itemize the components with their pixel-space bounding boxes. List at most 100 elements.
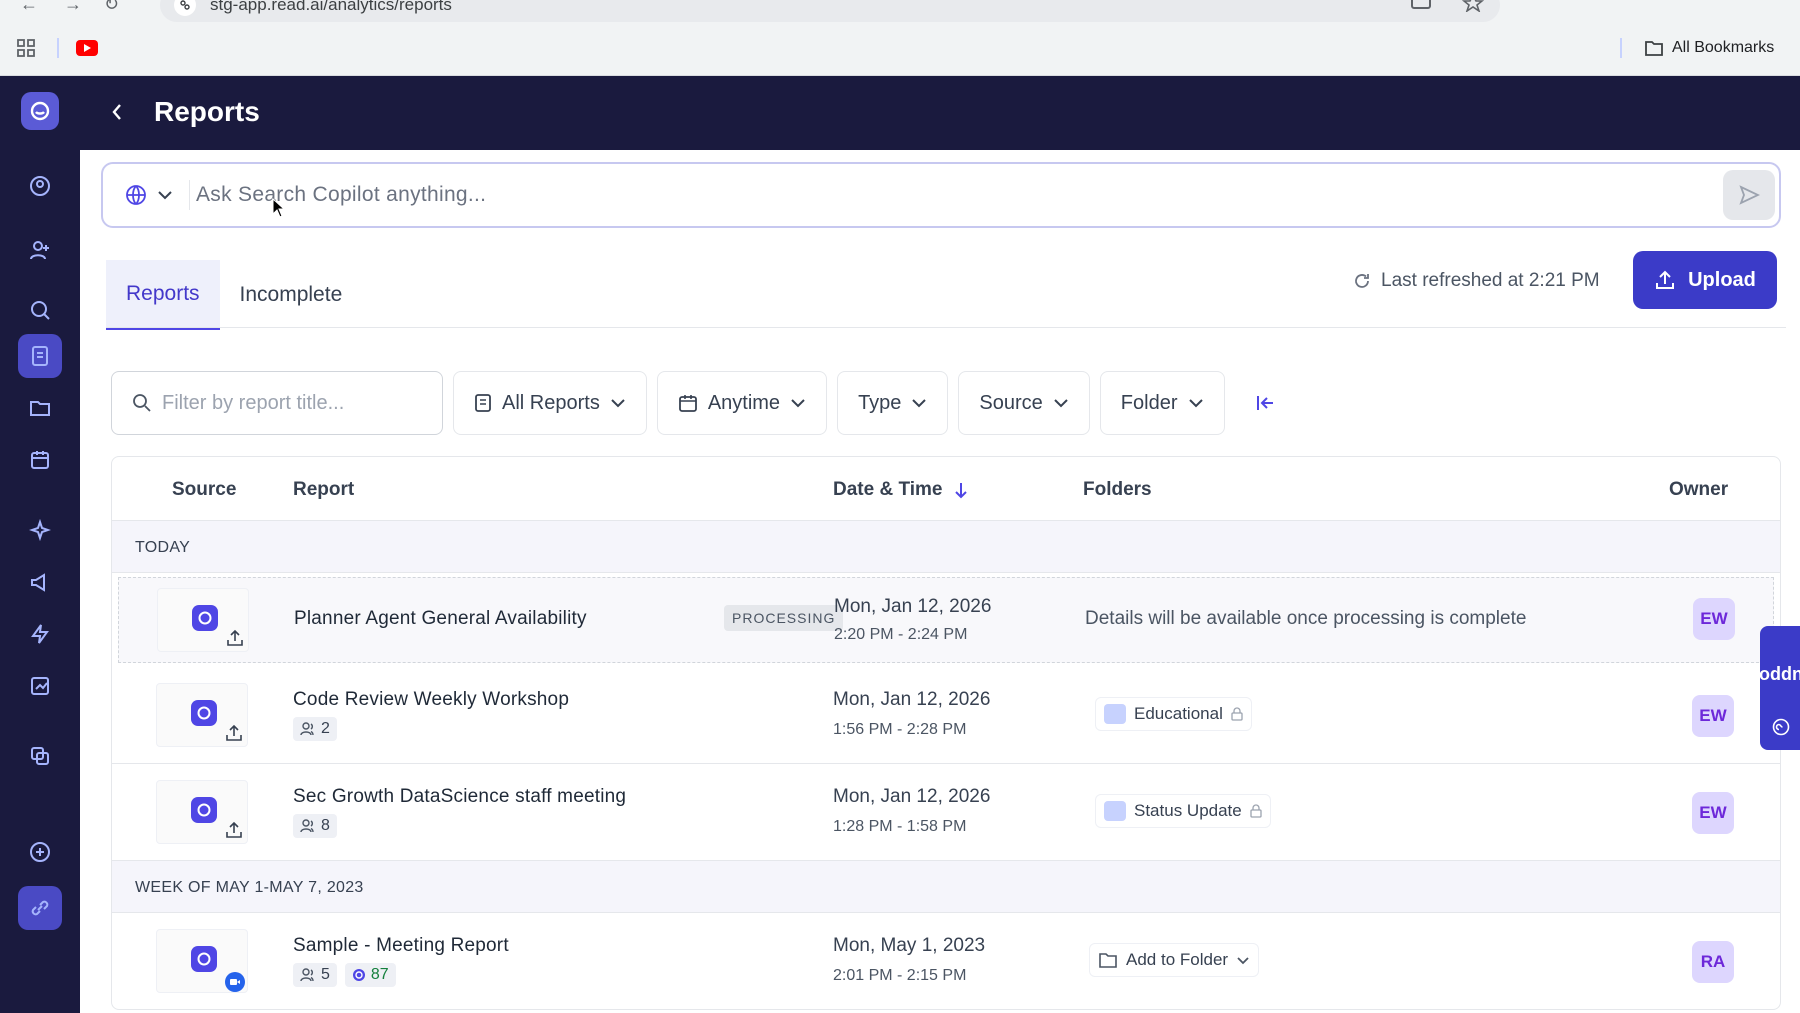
youtube-icon[interactable] (76, 40, 98, 56)
link-icon[interactable] (18, 886, 62, 930)
report-title[interactable]: Sample - Meeting Report (293, 935, 509, 957)
last-refreshed[interactable]: Last refreshed at 2:21 PM (1353, 270, 1600, 292)
owner-avatar: RA (1692, 941, 1734, 983)
search-icon (133, 394, 151, 412)
group-label: WEEK OF MAY 1-MAY 7, 2023 (135, 879, 364, 896)
main-content: Reports Incomplete Last refreshed at 2:2… (80, 150, 1800, 1013)
folder-tag[interactable]: Educational (1095, 697, 1252, 731)
add-to-folder-dropdown[interactable]: Add to Folder (1089, 943, 1260, 977)
anytime-dropdown[interactable]: Anytime (656, 371, 828, 435)
folder-nav-icon[interactable] (18, 386, 62, 430)
table-row[interactable]: Planner Agent General Availability PROCE… (118, 577, 1774, 663)
source-dropdown[interactable]: Source (958, 371, 1090, 435)
back-nav-icon[interactable]: ← (20, 0, 38, 15)
col-date-time[interactable]: Date & Time (833, 479, 942, 501)
col-report[interactable]: Report (293, 479, 354, 501)
reports-nav-icon[interactable] (18, 334, 62, 378)
read-ai-logo-icon (192, 605, 218, 631)
report-title[interactable]: Planner Agent General Availability (294, 608, 587, 630)
reload-icon[interactable]: ↻ (104, 0, 119, 15)
copy-icon[interactable] (18, 734, 62, 778)
divider (189, 180, 190, 210)
table-header: Source Report Date & Time Folders Owner (112, 457, 1780, 521)
participants-chip: 8 (293, 814, 337, 838)
all-bookmarks-label: All Bookmarks (1672, 39, 1775, 56)
source-label: Source (979, 391, 1043, 414)
chart-nav-icon[interactable] (18, 664, 62, 708)
upload-source-icon (225, 821, 243, 839)
address-bar[interactable]: stg-app.read.ai/analytics/reports (160, 0, 1500, 22)
calendar-icon[interactable] (18, 438, 62, 482)
sparkle-icon[interactable] (18, 508, 62, 552)
report-tabs: Reports Incomplete (106, 260, 362, 330)
read-score-icon (352, 969, 365, 981)
cast-icon[interactable] (1410, 0, 1432, 12)
participants-count: 2 (321, 720, 330, 737)
table-row[interactable]: Code Review Weekly Workshop 2 Mon, Jan 1… (112, 667, 1780, 764)
table-row[interactable]: Sec Growth DataScience staff meeting 8 M… (112, 764, 1780, 861)
type-label: Type (858, 391, 902, 414)
upload-label: Upload (1688, 268, 1756, 291)
table-row[interactable]: Sample - Meeting Report 5 87 Mon, May 1,… (112, 913, 1780, 1009)
site-info-icon[interactable] (174, 0, 196, 16)
source-cell (157, 588, 249, 652)
all-reports-dropdown[interactable]: All Reports (453, 371, 647, 435)
score-value: 87 (370, 966, 389, 983)
tab-incomplete[interactable]: Incomplete (220, 260, 363, 330)
profile-icon[interactable] (18, 164, 62, 208)
app-logo-icon[interactable] (21, 92, 59, 130)
calendar-icon (678, 395, 697, 412)
send-button[interactable] (1723, 170, 1775, 220)
filter-search-placeholder: Filter by report title... (162, 391, 345, 414)
col-source[interactable]: Source (172, 479, 236, 501)
apps-grid-icon[interactable] (16, 38, 36, 58)
report-date: Mon, Jan 12, 2026 (833, 689, 991, 710)
lock-icon (1250, 804, 1262, 818)
bookmark-star-icon[interactable] (1462, 0, 1484, 12)
report-date: Mon, Jan 12, 2026 (834, 596, 992, 617)
col-owner[interactable]: Owner (1669, 479, 1728, 501)
tabs-divider (106, 327, 1786, 328)
forward-nav-icon[interactable]: → (64, 0, 82, 15)
anytime-label: Anytime (707, 391, 781, 414)
support-button[interactable]: Support (1746, 626, 1800, 750)
copilot-input[interactable] (196, 183, 1556, 207)
search-scope-dropdown[interactable] (125, 184, 173, 206)
type-dropdown[interactable]: Type (837, 371, 949, 435)
report-title[interactable]: Sec Growth DataScience staff meeting (293, 786, 626, 808)
people-icon (300, 722, 314, 736)
add-user-icon[interactable] (18, 228, 62, 272)
upload-button[interactable]: Upload (1633, 251, 1777, 309)
bookmarks-bar: All Bookmarks (0, 30, 1800, 66)
support-label: Support (1745, 665, 1800, 686)
app-sidebar (0, 76, 80, 1013)
megaphone-icon[interactable] (18, 560, 62, 604)
folder-icon (1104, 801, 1126, 821)
search-icon[interactable] (18, 288, 62, 332)
upload-icon (1656, 270, 1675, 289)
group-header-today: TODAY (112, 521, 1780, 573)
page-header: Reports (80, 76, 1800, 150)
folder-icon (1104, 704, 1126, 724)
folder-tag[interactable]: Status Update (1095, 794, 1271, 828)
read-ai-logo-icon (191, 700, 217, 726)
sort-desc-icon[interactable] (954, 481, 968, 499)
people-icon (300, 819, 314, 833)
add-to-folder-label: Add to Folder (1126, 950, 1229, 969)
browser-chrome: ← → ↻ stg-app.read.ai/analytics/reports … (0, 0, 1800, 76)
lightning-icon[interactable] (18, 612, 62, 656)
all-bookmarks-button[interactable]: All Bookmarks (1644, 39, 1774, 57)
col-folders[interactable]: Folders (1083, 479, 1152, 501)
report-title[interactable]: Code Review Weekly Workshop (293, 689, 569, 711)
chevron-down-icon (1054, 399, 1068, 408)
folder-dropdown[interactable]: Folder (1099, 371, 1225, 435)
search-copilot-bar (101, 162, 1781, 228)
video-call-icon (225, 972, 245, 992)
upload-source-icon (226, 629, 244, 647)
collapse-filters-icon[interactable] (1255, 393, 1277, 413)
report-meta: 2 (293, 717, 337, 741)
filter-search-input[interactable]: Filter by report title... (111, 371, 443, 435)
add-circle-icon[interactable] (18, 830, 62, 874)
tab-reports[interactable]: Reports (106, 260, 220, 330)
chevron-left-icon[interactable] (110, 101, 124, 123)
